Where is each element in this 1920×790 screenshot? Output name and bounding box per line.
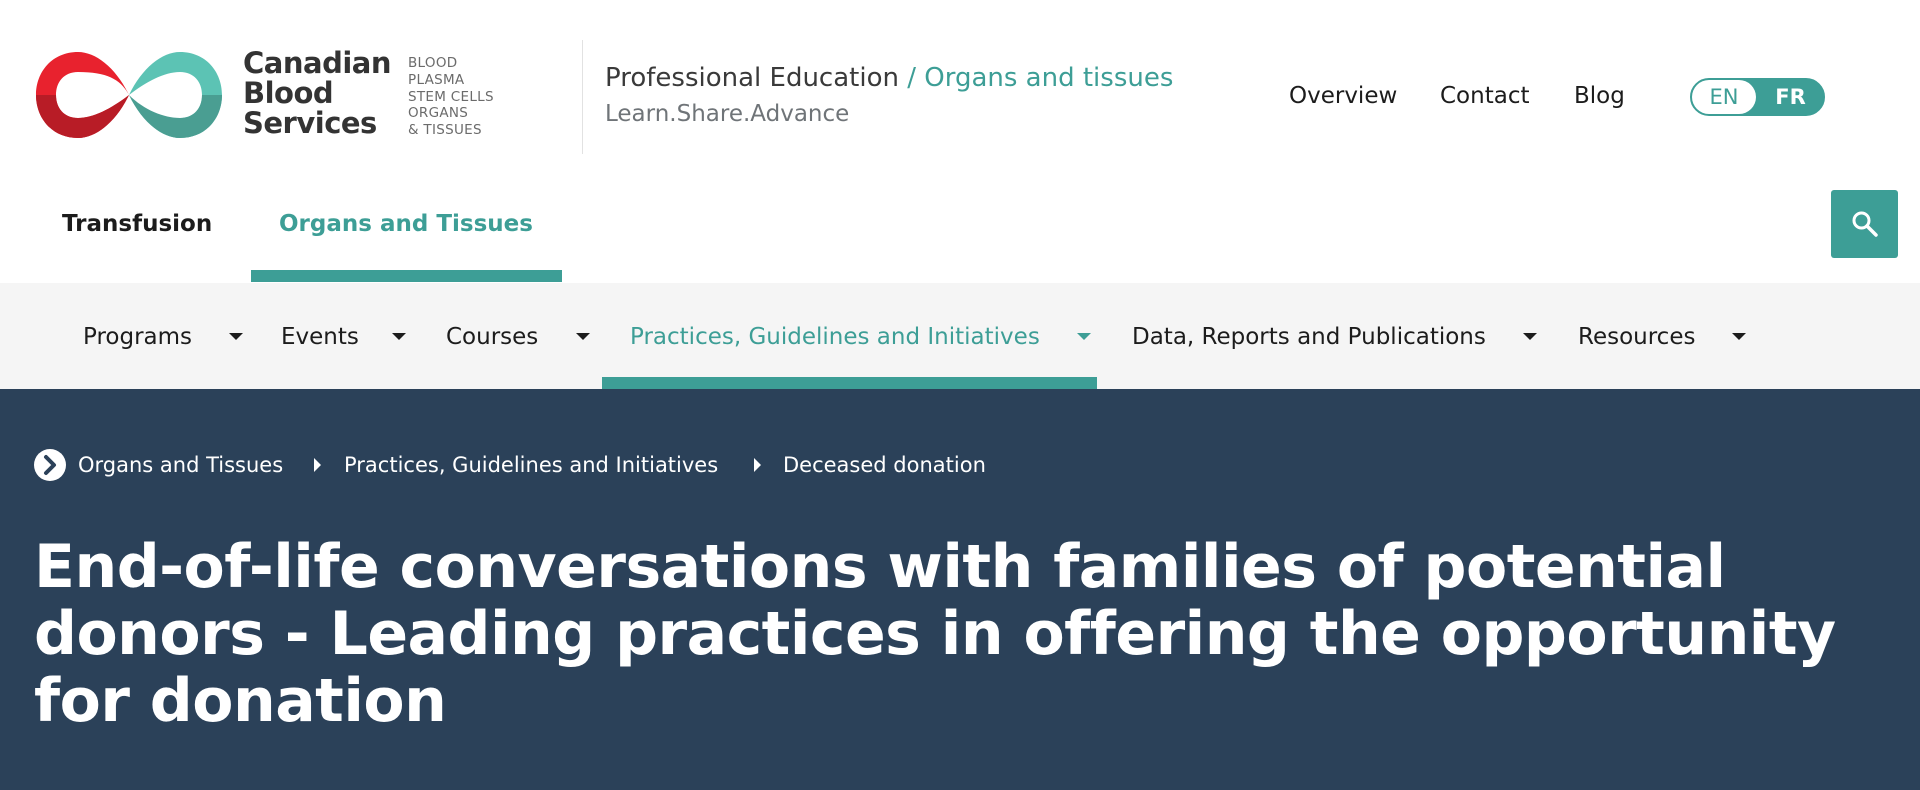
tab-organs-and-tissues[interactable]: Organs and Tissues	[279, 210, 533, 238]
breadcrumb-separator-icon	[754, 458, 761, 472]
tab-transfusion[interactable]: Transfusion	[62, 210, 212, 238]
subnav-item-programs[interactable]: Programs	[83, 323, 192, 351]
search-icon	[1852, 211, 1878, 237]
subnav-item-data-reports[interactable]: Data, Reports and Publications	[1132, 323, 1486, 351]
brand-sub-line: & TISSUES	[408, 122, 482, 139]
chevron-down-icon[interactable]	[1077, 333, 1091, 340]
subnav-item-practices[interactable]: Practices, Guidelines and Initiatives	[630, 323, 1040, 351]
chevron-down-icon[interactable]	[576, 333, 590, 340]
chevron-down-icon[interactable]	[229, 333, 243, 340]
brand-line: Services	[243, 106, 377, 140]
page-hero: Organs and Tissues Practices, Guidelines…	[0, 389, 1920, 790]
subnav-item-courses[interactable]: Courses	[446, 323, 538, 351]
active-tab-indicator	[251, 270, 562, 282]
language-toggle[interactable]: EN FR	[1690, 78, 1825, 116]
brand-subtitle: BLOOD PLASMA STEM CELLS ORGANS & TISSUES	[408, 55, 494, 139]
brand-sub-line: STEM CELLS	[408, 88, 494, 105]
section-title-main: Professional Education	[605, 63, 899, 93]
section-subnav: Programs Events Courses Practices, Guide…	[0, 283, 1920, 389]
nav-link-contact[interactable]: Contact	[1440, 82, 1529, 110]
nav-link-blog[interactable]: Blog	[1574, 82, 1625, 110]
brand-name: Canadian Blood Services	[243, 48, 391, 138]
breadcrumb-separator-icon	[314, 458, 321, 472]
breadcrumb-current: Deceased donation	[783, 453, 986, 477]
chevron-down-icon[interactable]	[392, 333, 406, 340]
search-button[interactable]	[1831, 190, 1898, 258]
brand-line: Blood	[243, 76, 334, 110]
breadcrumb-item[interactable]: Practices, Guidelines and Initiatives	[344, 451, 718, 479]
active-subnav-indicator	[602, 377, 1097, 389]
brand-sub-line: BLOOD	[408, 55, 458, 71]
canadian-blood-services-logo[interactable]	[34, 48, 224, 142]
site-header: Canadian Blood Services BLOOD PLASMA STE…	[0, 0, 1920, 283]
section-tagline: Learn.Share.Advance	[605, 101, 850, 127]
nav-link-overview[interactable]: Overview	[1289, 82, 1397, 110]
breadcrumb-item[interactable]: Organs and Tissues	[78, 451, 283, 479]
chevron-right-icon	[44, 455, 56, 475]
brand-line: Canadian	[243, 46, 391, 80]
header-divider	[582, 40, 583, 154]
section-title[interactable]: Professional Education / Organs and tiss…	[605, 62, 1173, 94]
brand-sub-line: PLASMA	[408, 71, 465, 88]
subnav-item-events[interactable]: Events	[281, 323, 359, 351]
brand-sub-line: ORGANS	[408, 105, 469, 122]
lang-en-option[interactable]: EN	[1692, 80, 1756, 114]
lang-fr-option[interactable]: FR	[1758, 80, 1823, 114]
breadcrumb-home[interactable]	[34, 449, 66, 481]
subnav-item-resources[interactable]: Resources	[1578, 323, 1695, 351]
section-title-accent: / Organs and tissues	[898, 63, 1174, 93]
chevron-down-icon[interactable]	[1732, 333, 1746, 340]
chevron-down-icon[interactable]	[1523, 333, 1537, 340]
page-title: End-of-life conversations with families …	[34, 532, 1836, 736]
